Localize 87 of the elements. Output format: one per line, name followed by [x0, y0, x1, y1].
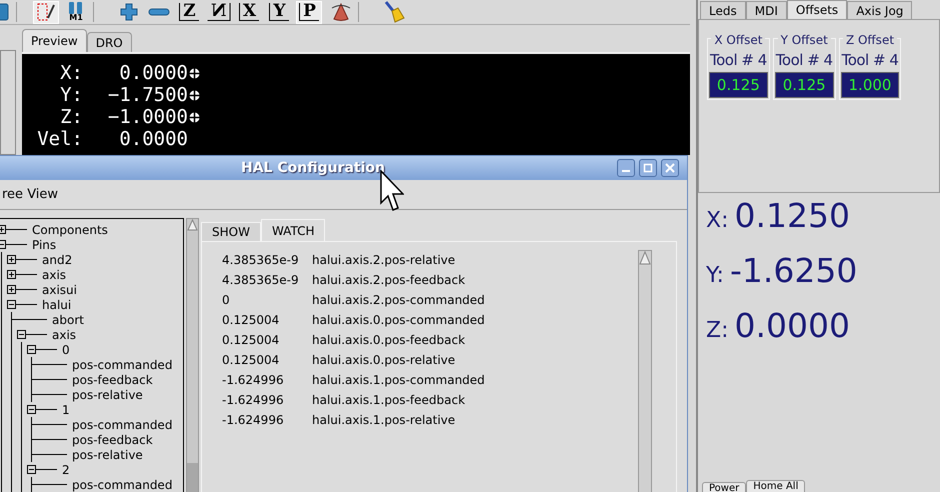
- m1-label: M1: [69, 14, 83, 22]
- tree-item[interactable]: pos-commanded: [72, 416, 172, 434]
- tab[interactable]: SHOW: [201, 222, 261, 241]
- tool-label: Tool # 4: [774, 50, 834, 71]
- pin-name: halui.axis.2.pos-relative: [312, 252, 456, 269]
- scrollbar-thumb[interactable]: [187, 463, 198, 492]
- expand-icon[interactable]: [7, 255, 16, 264]
- position-value: -1.6250: [730, 254, 858, 287]
- scroll-up-icon[interactable]: [187, 219, 198, 231]
- pin-name: halui.axis.1.pos-commanded: [312, 372, 485, 389]
- cone-icon: [330, 2, 352, 22]
- menu-item[interactable]: ree View: [1, 184, 60, 204]
- axis-label: Z:: [706, 317, 728, 345]
- watch-value: -1.624996: [222, 412, 285, 429]
- watch-value: 4.385365e-9: [222, 252, 300, 269]
- tree-item[interactable]: 2: [62, 460, 70, 478]
- dashed-pencil-icon: [36, 2, 56, 22]
- expand-icon[interactable]: [7, 285, 16, 294]
- position-value: 0.1250: [734, 199, 850, 232]
- pin-name: halui.axis.0.pos-feedback: [312, 332, 466, 349]
- window-title: HAL Configuration: [241, 158, 385, 178]
- bars-icon: [67, 2, 85, 14]
- position-value: 0.0000: [734, 309, 850, 342]
- maximize-button[interactable]: [639, 159, 657, 177]
- watch-value: 0.125004: [222, 352, 280, 369]
- toolbar-button[interactable]: M1: [63, 0, 89, 24]
- tab[interactable]: Preview: [22, 29, 87, 52]
- tree-item[interactable]: pos-relative: [72, 446, 143, 464]
- pin-name: halui.axis.0.pos-relative: [312, 352, 456, 369]
- maximize-icon: [643, 163, 653, 173]
- tree-item[interactable]: and2: [42, 250, 72, 268]
- axis-label: X:: [706, 207, 728, 235]
- tree-item[interactable]: Pins: [32, 236, 56, 254]
- pin-name: halui.axis.2.pos-feedback: [312, 272, 466, 289]
- tool-label: Tool # 4: [840, 50, 900, 71]
- tree-item[interactable]: axis: [52, 326, 76, 344]
- tree-item[interactable]: pos-commanded: [72, 356, 172, 374]
- tree-item[interactable]: abort: [52, 310, 84, 328]
- tree-item[interactable]: 0: [62, 340, 70, 358]
- pin-name: halui.axis.0.pos-commanded: [312, 312, 485, 329]
- tab[interactable]: DRO: [86, 32, 132, 52]
- tree-item[interactable]: halui: [42, 296, 72, 314]
- collapse-icon[interactable]: [17, 330, 26, 339]
- watch-value: 0.125004: [222, 312, 280, 329]
- collapse-icon[interactable]: [27, 465, 36, 474]
- tree-item[interactable]: pos-commanded: [72, 476, 172, 492]
- offset-value: 1.000: [840, 72, 900, 98]
- close-button[interactable]: [661, 159, 679, 177]
- tree-item[interactable]: 1: [62, 400, 70, 418]
- watch-value: 0: [222, 292, 231, 309]
- tree-item[interactable]: pos-feedback: [72, 430, 153, 448]
- tree-item[interactable]: axisui: [42, 280, 77, 298]
- expand-icon[interactable]: [7, 270, 16, 279]
- tab[interactable]: WATCH: [260, 219, 326, 241]
- tab[interactable]: Power: [702, 482, 746, 492]
- tab[interactable]: Offsets: [786, 0, 848, 19]
- collapse-icon[interactable]: [27, 345, 36, 354]
- tab[interactable]: Leds: [700, 1, 746, 19]
- pin-name: halui.axis.2.pos-commanded: [312, 292, 485, 309]
- tree-item[interactable]: pos-feedback: [72, 370, 153, 388]
- minimize-button[interactable]: [617, 159, 635, 177]
- watch-value: -1.624996: [222, 372, 285, 389]
- tab[interactable]: Axis Jog: [847, 1, 912, 19]
- axis-label: Y:: [706, 262, 724, 290]
- tab[interactable]: MDI: [746, 1, 787, 19]
- tree-item[interactable]: pos-relative: [72, 386, 143, 404]
- close-icon: [665, 163, 675, 173]
- tree-item[interactable]: Components: [32, 220, 108, 238]
- watch-value: -1.624996: [222, 392, 285, 409]
- tool-label: Tool # 4: [709, 50, 768, 71]
- watch-value: 4.385365e-9: [222, 272, 300, 289]
- collapse-icon[interactable]: [7, 300, 16, 309]
- offset-value: 0.125: [774, 72, 834, 98]
- scroll-up-icon[interactable]: [639, 251, 651, 265]
- collapse-icon[interactable]: [27, 405, 36, 414]
- pin-name: halui.axis.1.pos-feedback: [312, 392, 466, 409]
- tree-item[interactable]: axis: [42, 266, 66, 284]
- pin-name: halui.axis.1.pos-relative: [312, 412, 456, 429]
- toolbar-button[interactable]: [33, 0, 59, 24]
- broom-icon: [383, 1, 405, 23]
- minimize-icon: [622, 170, 630, 172]
- offset-value: 0.125: [709, 72, 768, 98]
- plus-icon: [119, 2, 139, 22]
- tab[interactable]: Home All: [746, 480, 806, 492]
- watch-value: 0.125004: [222, 332, 280, 349]
- scrollbar[interactable]: [186, 218, 199, 492]
- scrollbar[interactable]: [638, 250, 652, 492]
